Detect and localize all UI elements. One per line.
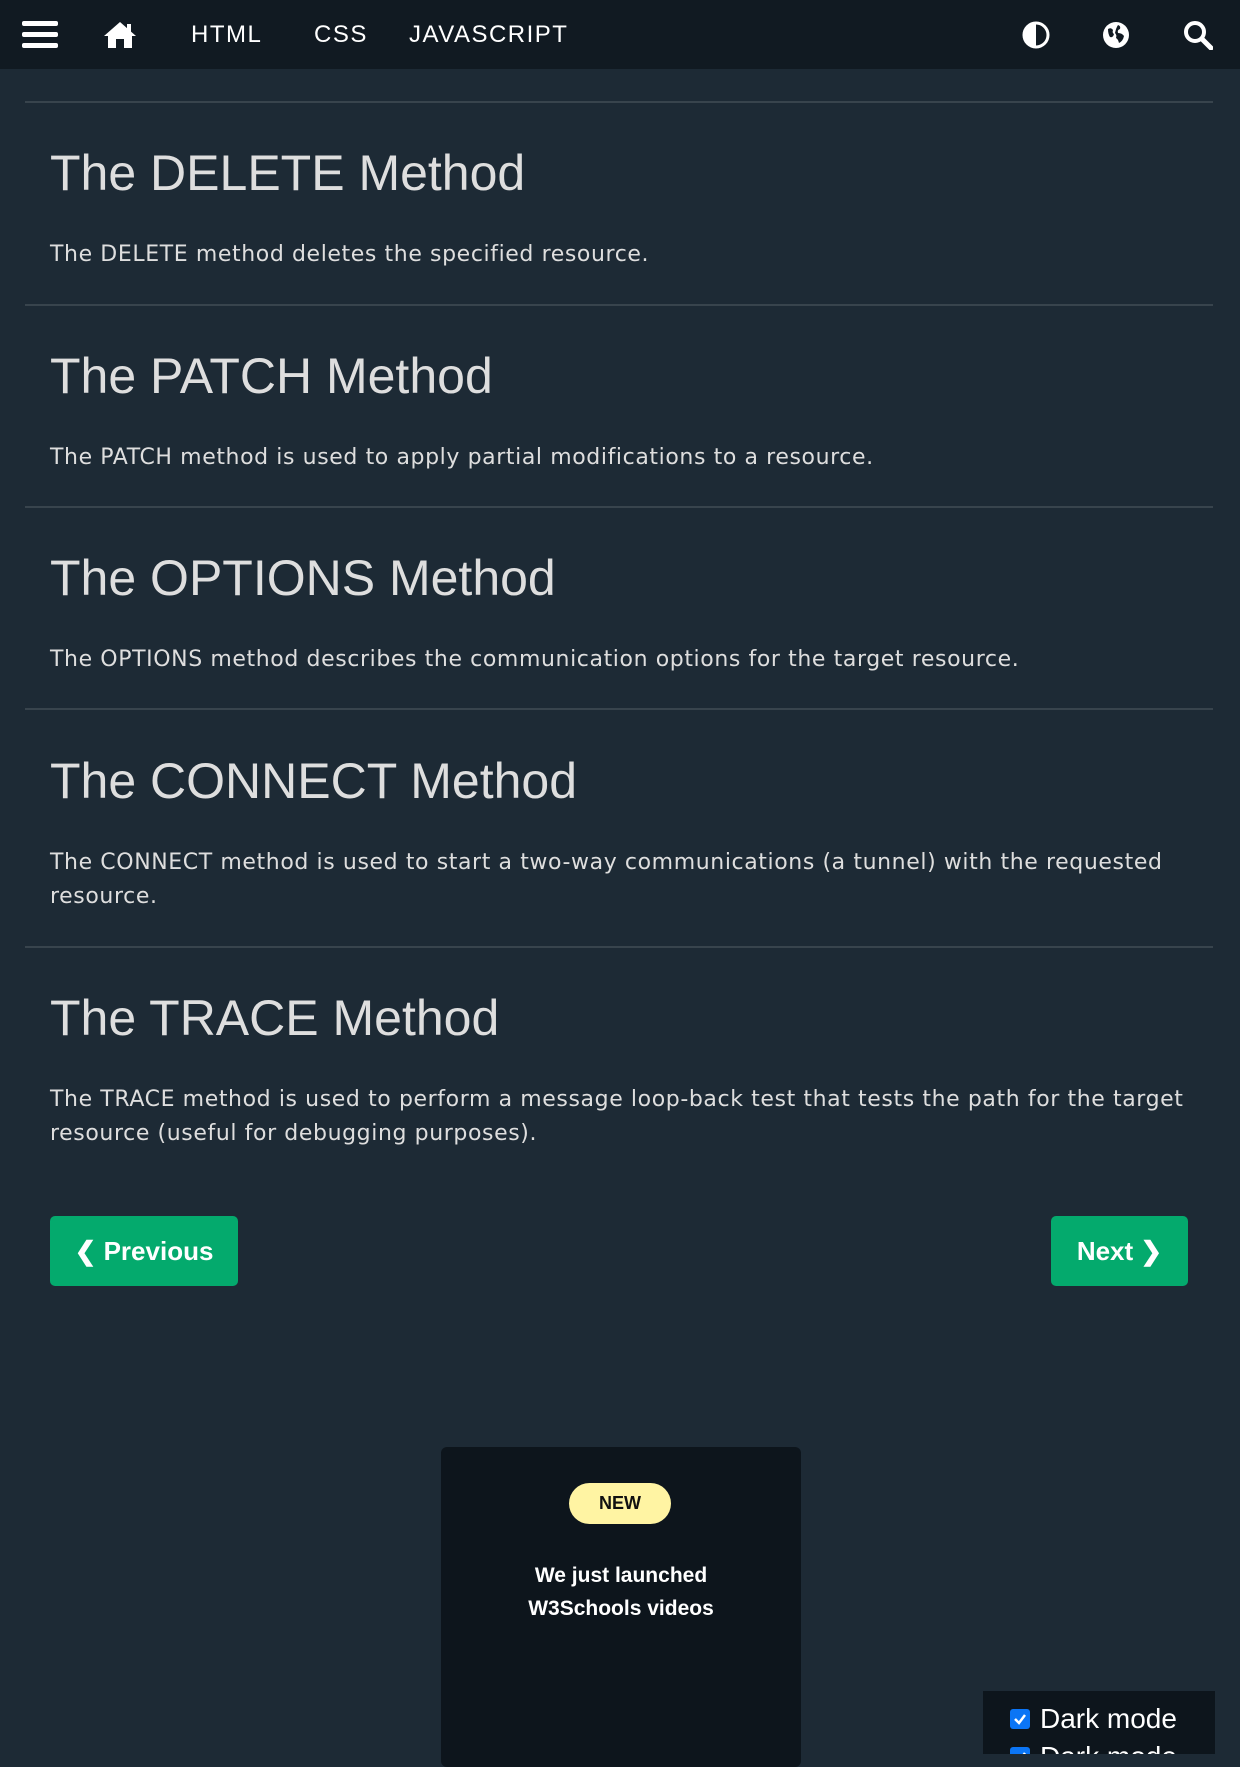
nav-link-javascript[interactable]: JAVASCRIPT <box>409 0 568 69</box>
contrast-icon[interactable] <box>1008 0 1064 69</box>
previous-button[interactable]: ❮ Previous <box>50 1216 238 1286</box>
next-button[interactable]: Next ❯ <box>1051 1216 1188 1286</box>
dark-mode-toggle[interactable]: Dark mode <box>1010 1703 1177 1735</box>
divider <box>25 506 1213 508</box>
promo-text: We just launched W3Schools videos <box>441 1559 801 1625</box>
section-heading-trace: The TRACE Method <box>50 990 500 1046</box>
section-text-connect: The CONNECT method is used to start a tw… <box>50 850 1163 909</box>
dark-mode-checkbox[interactable] <box>1010 1709 1030 1729</box>
menu-icon[interactable] <box>12 0 68 69</box>
dark-mode-label: Dark mode <box>1040 1703 1177 1734</box>
section-heading-options: The OPTIONS Method <box>50 550 556 606</box>
divider <box>25 101 1213 103</box>
home-icon[interactable] <box>92 0 148 69</box>
section-text-trace: The TRACE method is used to perform a me… <box>50 1087 1184 1146</box>
nav-link-html[interactable]: HTML <box>191 0 262 69</box>
promo-line-2: W3Schools videos <box>528 1597 714 1620</box>
section-text-patch: The PATCH method is used to apply partia… <box>50 445 874 470</box>
section-heading-delete: The DELETE Method <box>50 145 526 201</box>
divider <box>25 708 1213 710</box>
dark-mode-checkbox[interactable] <box>1010 1747 1030 1754</box>
globe-icon[interactable] <box>1088 0 1144 69</box>
new-badge: NEW <box>569 1483 671 1524</box>
dark-mode-toggle-duplicate[interactable]: Dark mode <box>1010 1741 1177 1754</box>
divider <box>25 946 1213 948</box>
nav-link-css[interactable]: CSS <box>314 0 368 69</box>
top-navbar: HTML CSS JAVASCRIPT <box>0 0 1240 69</box>
section-heading-patch: The PATCH Method <box>50 348 493 404</box>
promo-line-1: We just launched <box>534 1564 708 1587</box>
section-heading-connect: The CONNECT Method <box>50 753 578 809</box>
dark-mode-label: Dark mode <box>1040 1741 1177 1754</box>
section-text-delete: The DELETE method deletes the specified … <box>50 242 650 267</box>
section-text-options: The OPTIONS method describes the communi… <box>50 647 1020 672</box>
divider <box>25 304 1213 306</box>
search-icon[interactable] <box>1170 0 1226 69</box>
dark-mode-panel: Dark mode Dark mode <box>983 1691 1215 1754</box>
promo-card[interactable]: NEW We just launched W3Schools videos <box>441 1447 801 1767</box>
